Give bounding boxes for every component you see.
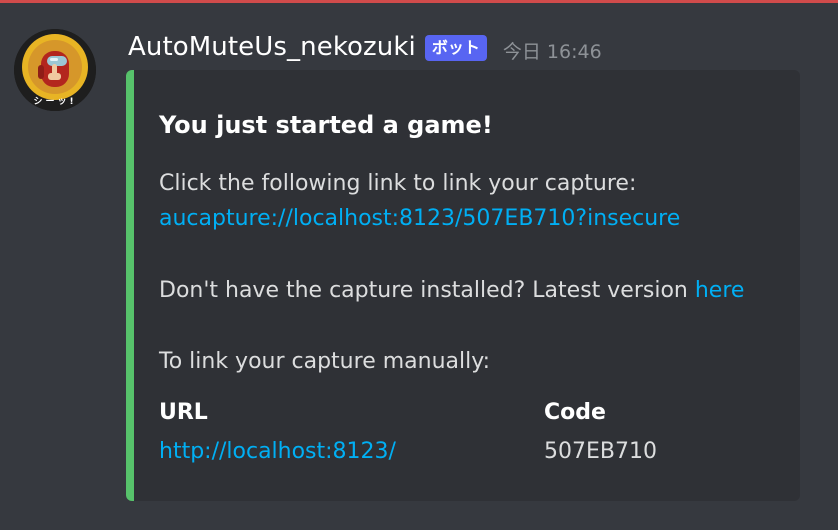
embed-accent-bar xyxy=(126,70,134,501)
install-here-link[interactable]: here xyxy=(695,278,745,303)
chat-message: シーッ! AutoMuteUs_nekozuki ボット 今日 16:46 Yo… xyxy=(0,3,838,530)
svg-text:シーッ!: シーッ! xyxy=(33,96,76,107)
field-value-code: 507EB710 xyxy=(544,439,657,464)
capture-link[interactable]: aucapture://localhost:8123/507EB710?inse… xyxy=(159,206,680,231)
install-line: Don't have the capture installed? Latest… xyxy=(159,276,744,306)
field-name-url: URL xyxy=(159,400,208,425)
avatar[interactable]: シーッ! xyxy=(14,29,96,111)
embed-title: You just started a game! xyxy=(159,111,493,139)
intro-text: Click the following link to link your ca… xyxy=(159,171,637,196)
install-text: Don't have the capture installed? Latest… xyxy=(159,278,688,303)
timestamp[interactable]: 今日 16:46 xyxy=(503,37,602,64)
crewmate-avatar-icon: シーッ! xyxy=(14,29,96,111)
field-name-code: Code xyxy=(544,400,606,425)
message-header: AutoMuteUs_nekozuki ボット 今日 16:46 xyxy=(128,29,602,65)
field-value-url-link[interactable]: http://localhost:8123/ xyxy=(159,439,396,464)
bot-badge: ボット xyxy=(424,35,487,61)
manual-text: To link your capture manually: xyxy=(159,349,491,374)
embed: You just started a game! Click the follo… xyxy=(126,70,800,501)
username[interactable]: AutoMuteUs_nekozuki xyxy=(128,32,416,62)
